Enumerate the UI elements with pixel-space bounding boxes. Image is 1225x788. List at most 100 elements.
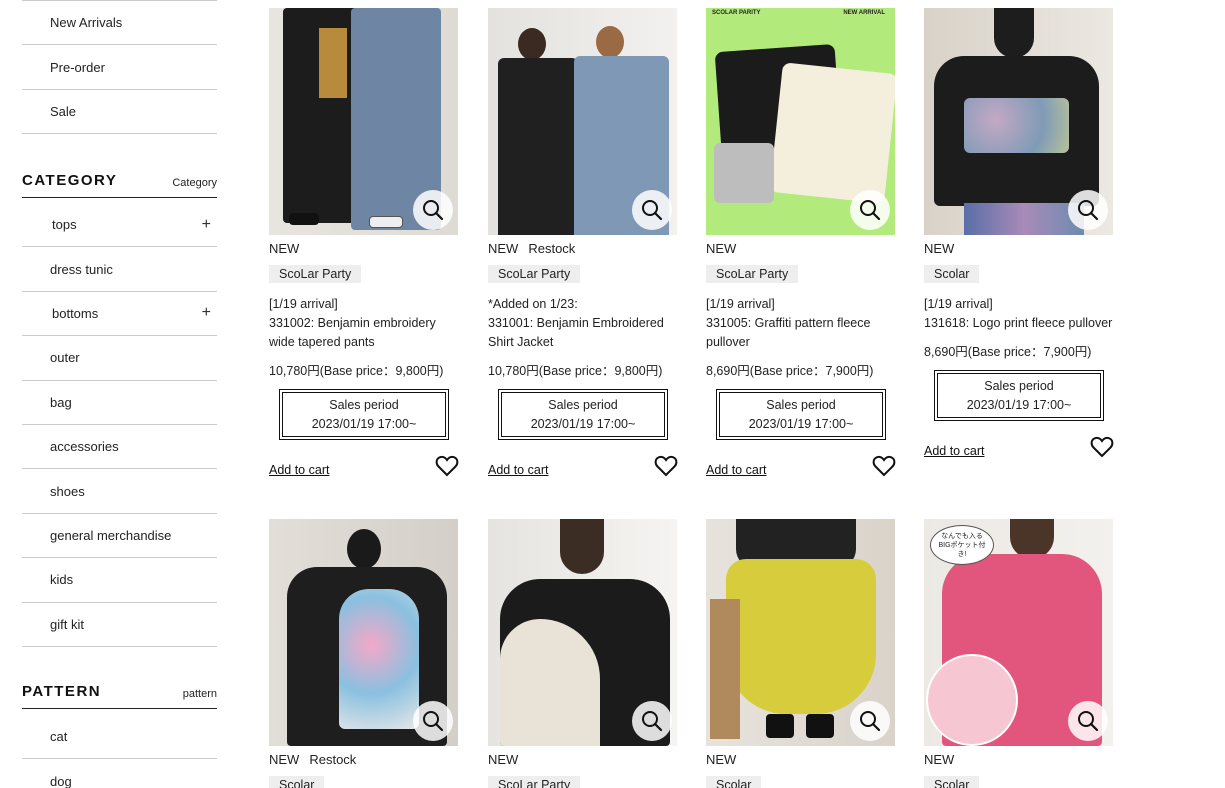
badge-new: NEW <box>706 241 737 256</box>
sales-period-label: Sales period <box>548 397 618 412</box>
product-name-line: [1/19 arrival] <box>706 297 775 311</box>
brand-tag[interactable]: Scolar <box>269 776 325 788</box>
product-image[interactable] <box>706 519 895 746</box>
product-image[interactable] <box>488 8 677 235</box>
sidebar-item-general-merchandise[interactable]: general merchandise <box>22 514 217 559</box>
magnifier-icon <box>1078 200 1099 221</box>
product-image[interactable]: なんでも入る BIGポケット付き! <box>924 519 1113 746</box>
expand-plus-icon[interactable]: + <box>202 305 211 321</box>
expand-plus-icon[interactable]: + <box>202 216 211 233</box>
brand-tag[interactable]: Scolar <box>924 265 980 283</box>
sidebar-item-outer[interactable]: outer <box>22 336 217 381</box>
brand-tag[interactable]: ScoLar Party <box>488 265 581 283</box>
brand-tag[interactable]: ScoLar Party <box>269 265 362 283</box>
product-image[interactable] <box>269 519 458 746</box>
zoom-button[interactable] <box>632 701 672 741</box>
heart-icon[interactable] <box>1090 436 1114 458</box>
sidebar-item-sale[interactable]: Sale <box>22 90 217 135</box>
sales-period-date: 2023/01/19 17:00~ <box>966 397 1072 412</box>
category-list: tops + dress tunic bottoms + outer bag acc… <box>22 203 217 647</box>
product-badges: NEW <box>706 241 896 259</box>
category-subtitle: Category <box>172 177 217 189</box>
zoom-button[interactable] <box>1068 701 1108 741</box>
product-name[interactable]: [1/19 arrival] 131618: Logo print fleece… <box>924 295 1114 333</box>
sidebar-item-label: cat <box>50 729 68 745</box>
product-name[interactable]: [1/19 arrival] 331002: Benjamin embroide… <box>269 295 459 352</box>
add-to-cart-link[interactable]: Add to cart <box>488 463 548 477</box>
add-to-cart-link[interactable]: Add to cart <box>706 463 766 477</box>
product-badges: NEW <box>488 752 678 770</box>
sidebar-item-shoes[interactable]: shoes <box>22 469 217 514</box>
zoom-button[interactable] <box>413 190 453 230</box>
product-name-line: [1/19 arrival] <box>269 297 338 311</box>
product-name-line: 331001: Benjamin Embroidered <box>488 316 664 330</box>
product-badges: NEW <box>924 241 1114 259</box>
sidebar-item-dress-tunic[interactable]: dress tunic <box>22 247 217 292</box>
cart-row: Add to cart <box>269 455 459 483</box>
magnifier-icon <box>1078 711 1099 732</box>
product-image[interactable]: SCOLAR PARITY NEW ARRIVAL <box>706 8 895 235</box>
pattern-subtitle: pattern <box>182 688 217 700</box>
zoom-button[interactable] <box>850 190 890 230</box>
heart-icon[interactable] <box>872 455 896 477</box>
brand-tag[interactable]: Scolar <box>706 776 762 788</box>
product-card: NEW Scolar [1/19 arrival] 131618: Logo p… <box>924 8 1114 464</box>
sidebar-item-cat[interactable]: cat <box>22 715 217 760</box>
zoom-button[interactable] <box>1068 190 1108 230</box>
badge-new: NEW <box>269 241 300 256</box>
sales-period-label: Sales period <box>329 397 399 412</box>
brand-tag[interactable]: ScoLar Party <box>488 776 581 788</box>
sales-period-date: 2023/01/19 17:00~ <box>748 416 854 431</box>
pattern-title: PATTERN <box>22 683 102 700</box>
sales-period-box: Sales period 2023/01/19 17:00~ <box>279 389 449 440</box>
cart-row: Add to cart <box>924 436 1114 464</box>
zoom-button[interactable] <box>632 190 672 230</box>
sales-period-box: Sales period 2023/01/19 17:00~ <box>498 389 668 440</box>
sales-period-date: 2023/01/19 17:00~ <box>311 416 417 431</box>
sidebar-item-accessories[interactable]: accessories <box>22 425 217 470</box>
top-nav-list: New Arrivals Pre-order Sale <box>22 0 217 135</box>
product-name[interactable]: [1/19 arrival] 331005: Graffiti pattern … <box>706 295 896 352</box>
sidebar-item-kids[interactable]: kids <box>22 558 217 603</box>
sales-period-label: Sales period <box>766 397 836 412</box>
product-name-line: [1/19 arrival] <box>924 297 993 311</box>
sidebar-item-new-arrivals[interactable]: New Arrivals <box>22 1 217 46</box>
sidebar-item-label: tops <box>52 217 77 233</box>
product-name-line: *Added on 1/23: <box>488 297 578 311</box>
zoom-button[interactable] <box>850 701 890 741</box>
sales-period-label: Sales period <box>984 378 1054 393</box>
add-to-cart-link[interactable]: Add to cart <box>269 463 329 477</box>
cart-row: Add to cart <box>488 455 678 483</box>
sidebar-item-label: accessories <box>50 439 119 455</box>
heart-icon[interactable] <box>435 455 459 477</box>
product-badges: NEW <box>706 752 896 770</box>
sidebar-item-pre-order[interactable]: Pre-order <box>22 45 217 90</box>
product-name-line: 131618: Logo print fleece pullover <box>924 316 1113 330</box>
badge-new: NEW <box>488 752 519 767</box>
product-name-line: 331002: Benjamin embroidery <box>269 316 436 330</box>
sidebar: New Arrivals Pre-order Sale <box>22 0 217 135</box>
sidebar-item-bottoms[interactable]: bottoms + <box>22 292 217 337</box>
magnifier-icon <box>642 711 663 732</box>
sidebar-item-gift-kit[interactable]: gift kit <box>22 603 217 647</box>
product-price: 10,780円(Base price：9,800円) <box>269 364 444 378</box>
heart-icon[interactable] <box>654 455 678 477</box>
sales-period-box: Sales period 2023/01/19 17:00~ <box>934 370 1104 421</box>
brand-tag[interactable]: ScoLar Party <box>706 265 799 283</box>
sidebar-item-dog[interactable]: dog <box>22 759 217 788</box>
product-name-line: pullover <box>706 335 750 349</box>
category-section-header: CATEGORY Category <box>22 172 217 198</box>
sidebar-item-label: gift kit <box>50 616 84 632</box>
product-image[interactable] <box>269 8 458 235</box>
magnifier-icon <box>642 200 663 221</box>
magnifier-icon <box>423 711 444 732</box>
zoom-button[interactable] <box>413 701 453 741</box>
sidebar-item-tops[interactable]: tops + <box>22 203 217 248</box>
badge-new: NEW <box>488 241 519 256</box>
product-image[interactable] <box>924 8 1113 235</box>
sidebar-item-bag[interactable]: bag <box>22 381 217 425</box>
add-to-cart-link[interactable]: Add to cart <box>924 444 984 458</box>
product-name[interactable]: *Added on 1/23: 331001: Benjamin Embroid… <box>488 295 678 352</box>
brand-tag[interactable]: Scolar <box>924 776 980 788</box>
product-image[interactable] <box>488 519 677 746</box>
